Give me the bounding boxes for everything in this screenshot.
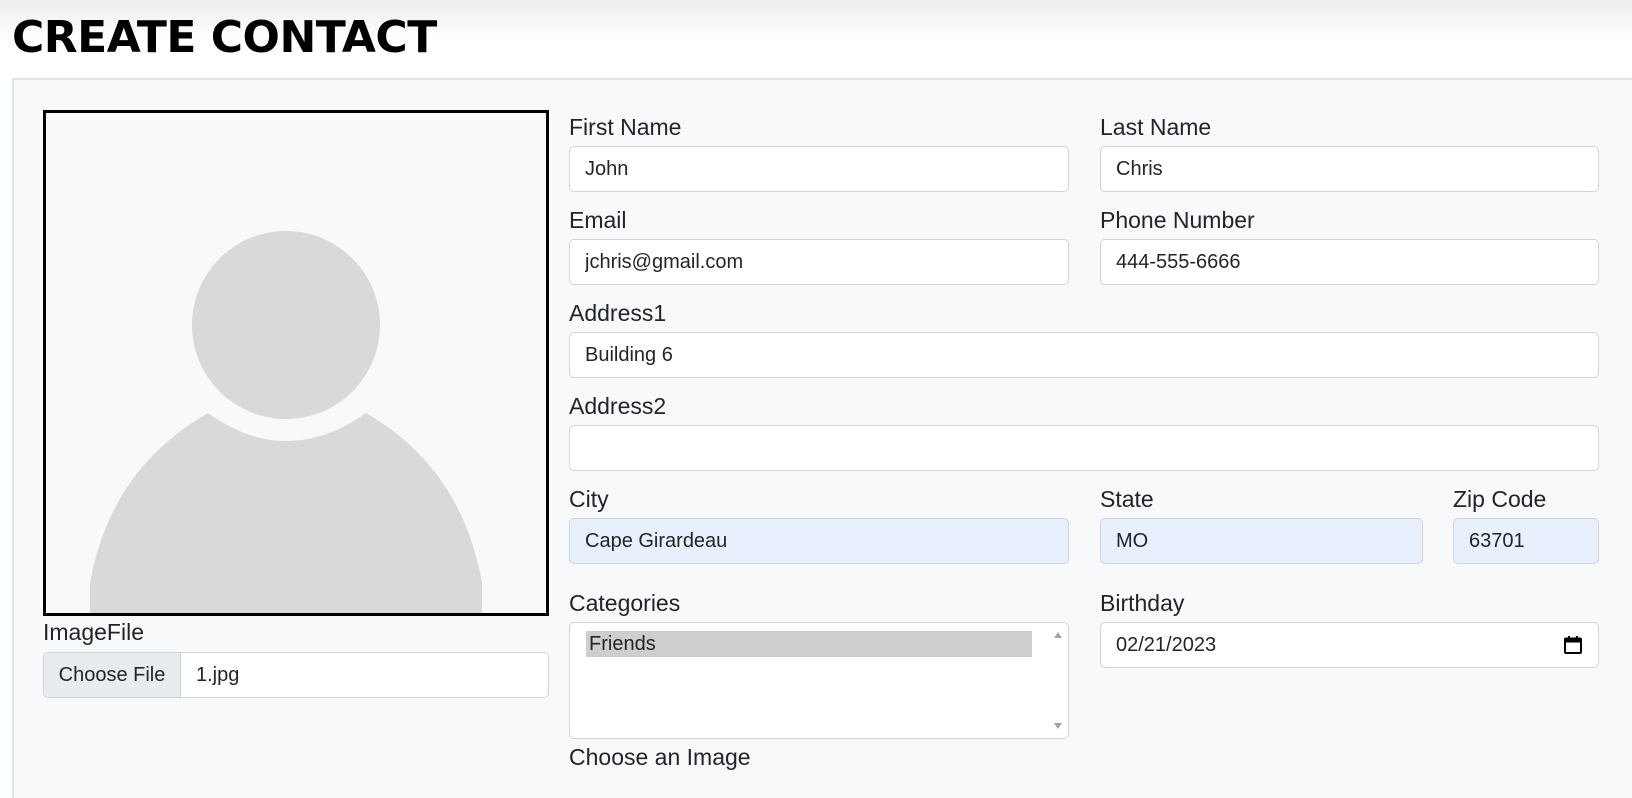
- address2-label: Address2: [569, 393, 667, 419]
- address2-field[interactable]: [569, 425, 1599, 471]
- phone-field[interactable]: [1100, 239, 1599, 285]
- city-field[interactable]: [569, 518, 1069, 564]
- categories-label: Categories: [569, 590, 681, 616]
- zip-code-label: Zip Code: [1453, 486, 1547, 512]
- first-name-field[interactable]: [569, 146, 1069, 192]
- birthday-field[interactable]: 02/21/2023: [1100, 622, 1599, 668]
- choose-file-button[interactable]: Choose File: [44, 653, 181, 697]
- selected-filename: 1.jpg: [196, 664, 240, 686]
- email-field[interactable]: [569, 239, 1069, 285]
- calendar-icon[interactable]: [1563, 635, 1583, 655]
- birthday-label: Birthday: [1100, 590, 1185, 616]
- image-file-label: ImageFile: [43, 619, 144, 645]
- choose-image-label: Choose an Image: [569, 744, 751, 770]
- birthday-value: 02/21/2023: [1116, 634, 1217, 656]
- page-title: CREATE CONTACT: [12, 12, 437, 63]
- address1-label: Address1: [569, 300, 667, 326]
- last-name-field[interactable]: [1100, 146, 1599, 192]
- last-name-label: Last Name: [1100, 114, 1212, 140]
- first-name-label: First Name: [569, 114, 682, 140]
- state-label: State: [1100, 486, 1154, 512]
- state-field[interactable]: [1100, 518, 1423, 564]
- zip-code-field[interactable]: [1453, 518, 1599, 564]
- avatar-placeholder-icon: [90, 231, 482, 613]
- phone-label: Phone Number: [1100, 207, 1255, 233]
- category-option-friends[interactable]: Friends: [586, 631, 1032, 657]
- email-label: Email: [569, 207, 627, 233]
- scroll-down-icon[interactable]: [1054, 723, 1062, 729]
- categories-select[interactable]: Friends: [569, 622, 1069, 739]
- city-label: City: [569, 486, 609, 512]
- address1-field[interactable]: [569, 332, 1599, 378]
- contact-photo: [43, 110, 549, 616]
- scroll-up-icon[interactable]: [1054, 632, 1062, 638]
- image-file-input[interactable]: Choose File 1.jpg: [43, 652, 549, 698]
- categories-scrollbar[interactable]: [1048, 623, 1068, 738]
